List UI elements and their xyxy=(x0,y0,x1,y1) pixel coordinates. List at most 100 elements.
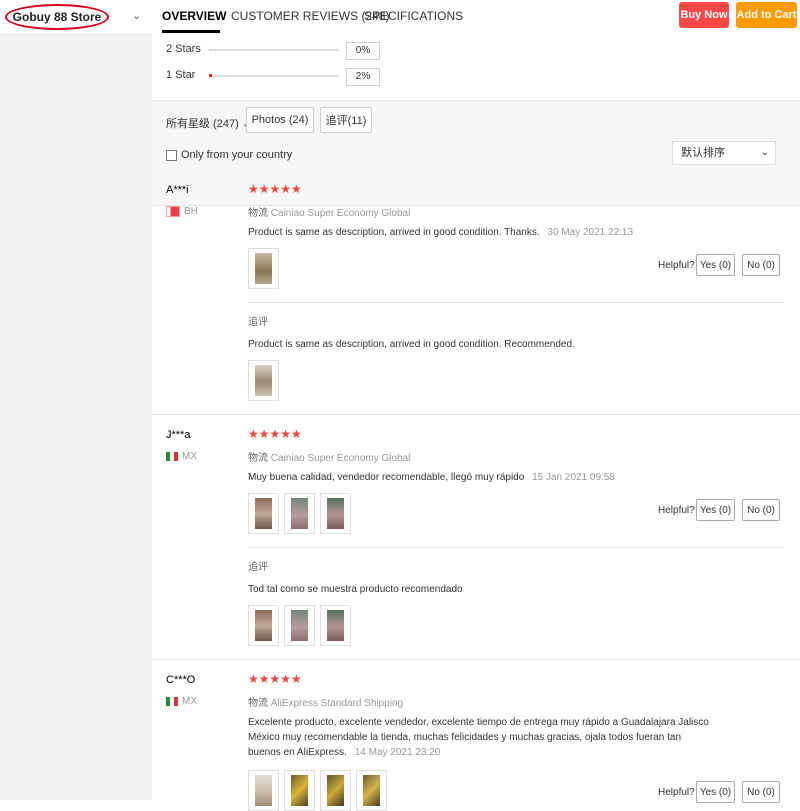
followup-label: 追评 xyxy=(248,317,268,328)
photo-image xyxy=(255,365,272,396)
rating-filter-select[interactable]: 所有星级 (247) ⌄ xyxy=(166,115,251,131)
add-to-cart-button[interactable]: Add to Cart xyxy=(736,2,797,28)
photo-image xyxy=(327,610,344,641)
flag-icon xyxy=(166,452,178,461)
logistics-method: Cainiao Super Economy Global xyxy=(270,208,411,219)
logistics-label: 物流 xyxy=(248,453,268,464)
reviews-panel: 2 Stars 0% 1 Star 2% 所有星级 (247) ⌄ Photos… xyxy=(152,34,800,811)
logistics-method: Cainiao Super Economy Global xyxy=(270,453,411,464)
photo-image xyxy=(363,775,380,806)
photo-image xyxy=(291,775,308,806)
review-photo-thumbnail[interactable] xyxy=(320,605,351,646)
review-photo-thumbnail[interactable] xyxy=(284,493,315,534)
chevron-down-icon[interactable]: ⌄ xyxy=(132,9,141,22)
review-body: Excelente producto, excelente vendedor, … xyxy=(248,717,709,758)
logistics-method: AliExpress Standard Shipping xyxy=(270,698,404,709)
helpful-label: Helpful? xyxy=(658,787,695,798)
photo-image xyxy=(255,253,272,284)
logistics-label: 物流 xyxy=(248,208,268,219)
rating-label-2-stars: 2 Stars xyxy=(166,43,201,55)
review-photo-thumbnail[interactable] xyxy=(284,605,315,646)
reviewer-country: MX xyxy=(166,451,197,462)
photo-image xyxy=(255,775,272,806)
review-photo-thumbnail[interactable] xyxy=(248,248,279,289)
store-bar: Gobuy 88 Store ⌄ xyxy=(0,0,152,35)
rating-percent-2-stars: 0% xyxy=(346,42,380,60)
helpful-no-button[interactable]: No (0) xyxy=(742,499,780,521)
review-text: Excelente producto, excelente vendedor, … xyxy=(248,715,714,760)
rating-bar-1-star xyxy=(209,74,339,77)
followup-text: Product is same as description, arrived … xyxy=(248,339,575,350)
followup-divider xyxy=(248,547,784,548)
helpful-yes-button[interactable]: Yes (0) xyxy=(696,499,735,521)
review-photo-thumbnail[interactable] xyxy=(248,605,279,646)
star-rating: ★★★★★ xyxy=(248,182,302,196)
followup-filter-button[interactable]: 追评(11) xyxy=(320,107,372,133)
sort-select-label: 默认排序 xyxy=(681,147,725,159)
review-text: Muy buena calidad, vendedor recomendable… xyxy=(248,470,718,485)
helpful-yes-button[interactable]: Yes (0) xyxy=(696,254,735,276)
store-name-link[interactable]: Gobuy 88 Store xyxy=(5,4,109,30)
photo-image xyxy=(291,498,308,529)
logistics-info: 物流 Cainiao Super Economy Global xyxy=(248,449,410,464)
photo-image xyxy=(255,498,272,529)
rating-bar-fill xyxy=(209,74,212,77)
photo-image xyxy=(327,498,344,529)
review-item: A***i BH ★★★★★ 物流 Cainiao Super Economy … xyxy=(152,170,800,415)
reviewer-country: BH xyxy=(166,206,198,217)
product-tab-bar: OVERVIEW CUSTOMER REVIEWS (248) SPECIFIC… xyxy=(152,0,800,35)
helpful-no-button[interactable]: No (0) xyxy=(742,254,780,276)
followup-label: 追评 xyxy=(248,562,268,573)
review-photo-thumbnail[interactable] xyxy=(284,770,315,811)
logistics-info: 物流 Cainiao Super Economy Global xyxy=(248,204,410,219)
active-tab-indicator xyxy=(162,30,220,33)
only-country-checkbox-row[interactable]: Only from your country xyxy=(166,149,292,161)
review-photo-thumbnail[interactable] xyxy=(248,360,279,401)
photo-image xyxy=(327,775,344,806)
rating-bar-2-stars xyxy=(209,49,339,51)
review-item: C***O MX ★★★★★ 物流 AliExpress Standard Sh… xyxy=(152,660,800,811)
review-text: Product is same as description, arrived … xyxy=(248,225,718,240)
logistics-info: 物流 AliExpress Standard Shipping xyxy=(248,694,403,709)
star-rating: ★★★★★ xyxy=(248,672,302,686)
review-item: J***a MX ★★★★★ 物流 Cainiao Super Economy … xyxy=(152,415,800,660)
tab-specifications[interactable]: SPECIFICATIONS xyxy=(364,9,463,23)
star-rating: ★★★★★ xyxy=(248,427,302,441)
review-date: 14 May 2021 23:20 xyxy=(354,747,441,758)
review-body: Product is same as description, arrived … xyxy=(248,227,540,238)
review-photo-thumbnail[interactable] xyxy=(320,493,351,534)
review-photo-thumbnail[interactable] xyxy=(356,770,387,811)
country-code: MX xyxy=(182,696,197,707)
reviewer-name: A***i xyxy=(166,184,189,196)
buy-now-button[interactable]: Buy Now xyxy=(679,2,729,28)
review-body: Muy buena calidad, vendedor recomendable… xyxy=(248,472,525,483)
rating-filter-label: 所有星级 (247) xyxy=(166,118,239,130)
flag-icon xyxy=(166,206,180,217)
review-date: 30 May 2021 22:13 xyxy=(547,227,634,238)
photo-image xyxy=(291,610,308,641)
sort-select[interactable]: 默认排序 ⌄ xyxy=(672,141,776,165)
flag-icon xyxy=(166,697,178,706)
followup-divider xyxy=(248,302,784,303)
chevron-down-icon: ⌄ xyxy=(760,147,769,158)
rating-label-1-star: 1 Star xyxy=(166,69,196,81)
helpful-label: Helpful? xyxy=(658,505,695,516)
country-code: MX xyxy=(182,451,197,462)
country-code: BH xyxy=(184,206,198,217)
review-date: 15 Jan 2021 09:58 xyxy=(532,472,615,483)
left-panel: Gobuy 88 Store ⌄ xyxy=(0,0,153,800)
helpful-label: Helpful? xyxy=(658,260,695,271)
only-country-label: Only from your country xyxy=(181,149,293,161)
review-photo-thumbnail[interactable] xyxy=(248,770,279,811)
reviewer-country: MX xyxy=(166,696,197,707)
review-photo-thumbnail[interactable] xyxy=(320,770,351,811)
photo-image xyxy=(255,610,272,641)
only-country-checkbox[interactable] xyxy=(166,149,177,161)
photos-filter-button[interactable]: Photos (24) xyxy=(246,107,314,133)
tab-overview[interactable]: OVERVIEW xyxy=(162,9,226,23)
reviewer-name: J***a xyxy=(166,429,191,441)
review-photo-thumbnail[interactable] xyxy=(248,493,279,534)
reviewer-name: C***O xyxy=(166,674,196,686)
logistics-label: 物流 xyxy=(248,698,268,709)
rating-percent-1-star: 2% xyxy=(346,68,380,86)
